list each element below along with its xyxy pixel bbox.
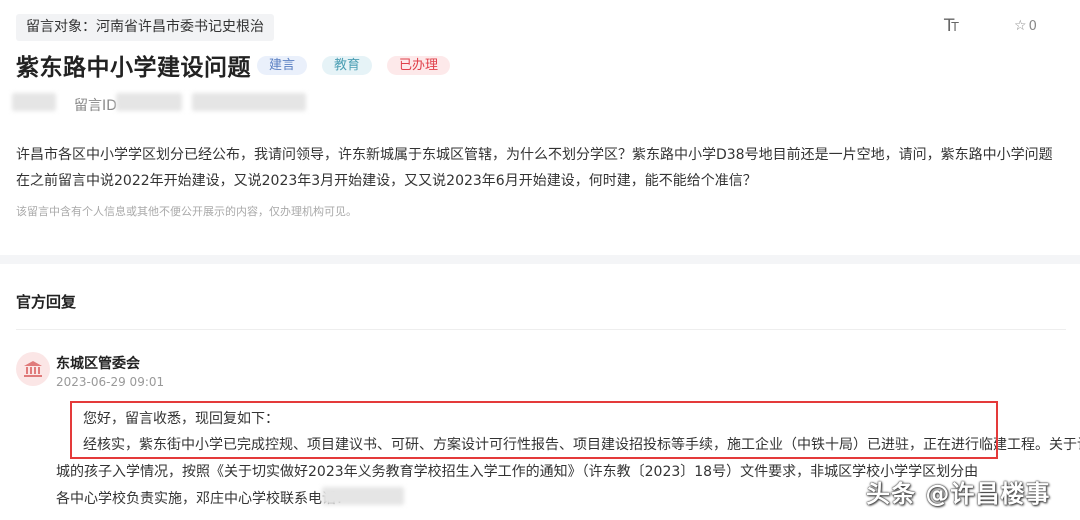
redacted-message-id <box>116 93 182 111</box>
redacted-date <box>192 93 306 111</box>
favorite-button[interactable]: ☆ 0 <box>1014 18 1037 34</box>
message-body: 许昌市各区中小学学区划分已经公布，我请问领导，许东新城属于东城区管辖，为什么不划… <box>16 147 1053 189</box>
redacted-phone <box>322 487 404 505</box>
reply-line: 城的孩子入学情况，按照《关于切实做好2023年义务教育学校招生入学工作的通知》（… <box>56 464 979 480</box>
section-divider <box>0 255 1080 264</box>
redacted-author <box>12 93 56 111</box>
highlight-box <box>70 401 998 459</box>
privacy-note: 该留言中含有个人信息或其他不便公开展示的内容，仅办理机构可见。 <box>16 205 357 218</box>
reply-department: 东城区管委会 <box>56 356 140 372</box>
message-id-label: 留言ID <box>74 98 117 114</box>
favorite-count: 0 <box>1028 19 1037 34</box>
type-badge: 建言 <box>257 56 308 75</box>
official-reply-heading: 官方回复 <box>16 293 77 311</box>
status-badge: 已办理 <box>387 56 451 75</box>
message-target-tag: 留言对象：河南省许昌市委书记史根治 <box>16 14 274 41</box>
reply-line: 各中心学校负责实施，邓庄中心学校联系电话： <box>56 491 350 507</box>
reply-timestamp: 2023-06-29 09:01 <box>56 375 165 389</box>
star-outline-icon: ☆ <box>1014 18 1027 34</box>
watermark: 头条 @许昌楼事 <box>866 480 1051 508</box>
font-size-icon[interactable]: TT <box>944 16 959 36</box>
field-badge: 教育 <box>322 56 373 75</box>
government-building-icon <box>16 352 50 386</box>
reply-rule <box>16 329 1066 330</box>
page-title: 紫东路中小学建设问题 <box>16 55 251 81</box>
